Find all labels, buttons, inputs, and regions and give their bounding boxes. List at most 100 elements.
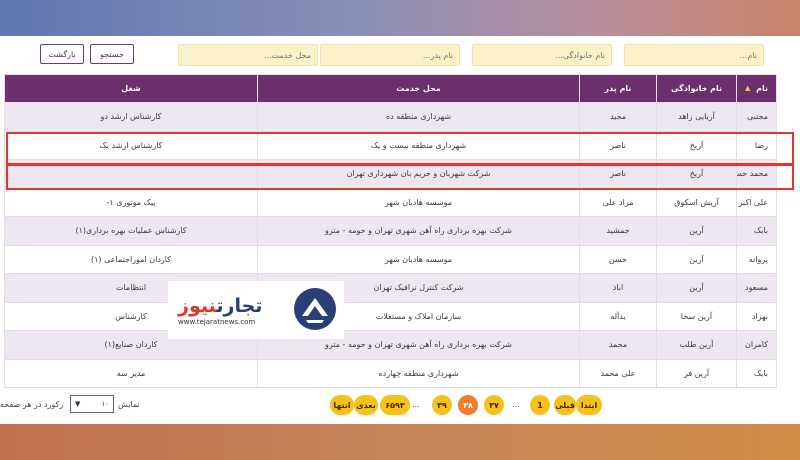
cell-father: محمد [579, 330, 657, 360]
cell-job [4, 159, 258, 189]
cell-father: ناصر [579, 159, 657, 189]
column-header-label: نام [756, 84, 768, 93]
cell-family: آرین فر [656, 358, 737, 388]
cell-workplace: موسسه هادیان شهر [257, 244, 580, 274]
table-row: کامران آرین طلب محمد شرکت بهره برداری را… [4, 330, 777, 360]
cell-father: اباذ [579, 273, 657, 303]
cell-father: یدآله [579, 301, 657, 331]
page-39-button[interactable]: ۳۹ [432, 395, 452, 415]
results-panel: جستجو بازگشت نام ▲ نام خانوادگی نام پدر … [0, 36, 800, 424]
watermark-url: www.tejaratnews.com [178, 317, 256, 326]
workplace-filter-input[interactable] [178, 44, 318, 66]
cell-workplace: شرکت شهربان و حریم بان شهرداری تهران [257, 159, 580, 189]
cell-father: ناصر [579, 130, 657, 160]
cell-family: آرین [656, 244, 737, 274]
cell-job: کارشناس عملیات بهره برداری(۱) [4, 216, 258, 246]
column-header-name[interactable]: نام ▲ [736, 74, 777, 103]
tejarat-news-watermark: تجارتنیوز www.tejaratnews.com [168, 281, 344, 339]
filter-bar: جستجو بازگشت [0, 44, 800, 68]
cell-name: علی اکبر [736, 187, 777, 217]
page-37-button[interactable]: ۳۷ [484, 395, 504, 415]
per-page-suffix: رکورد در هر صفحه [0, 400, 64, 409]
table-row: بابک آرین جمشید شرکت بهره برداری راه آهن… [4, 216, 777, 246]
back-button[interactable]: بازگشت [40, 44, 84, 64]
table-row: محمد حسین آریخ ناصر شرکت شهربان و حریم ب… [4, 159, 777, 189]
results-table: نام ▲ نام خانوادگی نام پدر محل خدمت شغل … [4, 74, 777, 388]
table-row: علی اکبر آریش اسکوق مراد علی موسسه هادیا… [4, 187, 777, 217]
brand-part-1: تجارت [216, 294, 263, 317]
search-button[interactable]: جستجو [90, 44, 134, 64]
name-filter-input[interactable] [624, 44, 764, 66]
column-header-job[interactable]: شغل [4, 74, 258, 103]
cell-job: پیک موتوری ۱- [4, 187, 258, 217]
table-row: بابک آرین فر علی محمد شهرداری منطقه چهار… [4, 358, 777, 388]
prev-page-button[interactable]: قبلی [554, 395, 576, 415]
table-row: پروانه آرین حسن موسسه هادیان شهر کاردان … [4, 244, 777, 274]
cell-name: بابک [736, 358, 777, 388]
cell-family: آریخ [656, 130, 737, 160]
cell-family: آرین [656, 216, 737, 246]
cell-workplace: شرکت بهره برداری راه آهن شهری تهران و حو… [257, 216, 580, 246]
family-filter-input[interactable] [472, 44, 612, 66]
pagination-footer: ابتدا قبلی 1 ... ۳۷ ۳۸ ۳۹ ... ۶۵۹۳ بعدی … [0, 392, 800, 418]
cell-workplace: شهرداری منطقه بیست و یک [257, 130, 580, 160]
cell-father: مراد علی [579, 187, 657, 217]
chevron-down-icon: ▼ [75, 400, 81, 408]
cell-father: علی محمد [579, 358, 657, 388]
cell-workplace: شهرداری منطقه چهارده [257, 358, 580, 388]
cell-job: کاردان اموراجتماعی (۱) [4, 244, 258, 274]
cell-family: آریش اسکوق [656, 187, 737, 217]
cell-family: آریخ [656, 159, 737, 189]
cell-job: کارشناس ارشد یک [4, 130, 258, 160]
cell-job: مدیر سه [4, 358, 258, 388]
cell-father: جمشید [579, 216, 657, 246]
show-label: نمایش [118, 400, 140, 409]
sort-ascending-icon[interactable]: ▲ [745, 84, 750, 92]
cell-name: محمد حسین [736, 159, 777, 189]
cell-name: رضا [736, 130, 777, 160]
tejarat-logo-icon [294, 288, 336, 330]
page-6593-button[interactable]: ۶۵۹۳ [380, 395, 410, 415]
cell-workplace: موسسه هادیان شهر [257, 187, 580, 217]
column-header-father[interactable]: نام پدر [579, 74, 657, 103]
column-header-label: نام پدر [604, 84, 632, 93]
top-background-band [0, 0, 800, 36]
cell-family: آرین [656, 273, 737, 303]
column-header-workplace[interactable]: محل خدمت [257, 74, 580, 103]
column-header-label: محل خدمت [396, 84, 441, 93]
cell-name: بهزاد [736, 301, 777, 331]
column-header-family[interactable]: نام خانوادگی [656, 74, 737, 103]
page-ellipsis-2: ... [412, 400, 420, 409]
per-page-value: ۱۰ [101, 400, 109, 408]
cell-workplace: شهرداری منطقه ده [257, 102, 580, 132]
last-page-button[interactable]: انتها [330, 395, 354, 415]
table-row: بهزاد آرین سخا یدآله سازمان املاک و مستغ… [4, 301, 777, 331]
column-header-label: شغل [121, 84, 141, 93]
table-row: رضا آریخ ناصر شهرداری منطقه بیست و یک کا… [4, 130, 777, 160]
column-header-label: نام خانوادگی [670, 84, 723, 93]
cell-job: کارشناس ارشد دو [4, 102, 258, 132]
table-header-row: نام ▲ نام خانوادگی نام پدر محل خدمت شغل [4, 74, 777, 103]
cell-family: آرین طلب [656, 330, 737, 360]
cell-name: پروانه [736, 244, 777, 274]
page-1-button[interactable]: 1 [530, 395, 550, 415]
cell-family: آرین سخا [656, 301, 737, 331]
cell-name: بابک [736, 216, 777, 246]
cell-family: آریایی زاهد [656, 102, 737, 132]
first-page-button[interactable]: ابتدا [576, 395, 602, 415]
per-page-select[interactable]: ▼ ۱۰ [70, 395, 114, 413]
cell-father: حسن [579, 244, 657, 274]
cell-name: کامران [736, 330, 777, 360]
table-row: مجتبی آریایی زاهد مجید شهرداری منطقه ده … [4, 102, 777, 132]
cell-name: مسعود [736, 273, 777, 303]
brand-part-2: نیوز [178, 294, 217, 317]
watermark-brand: تجارتنیوز [178, 295, 262, 317]
page-ellipsis-1: ... [512, 400, 520, 409]
father-filter-input[interactable] [320, 44, 460, 66]
table-row: مسعود آرین اباذ شرکت کنترل ترافیک تهران … [4, 273, 777, 303]
page-38-button[interactable]: ۳۸ [458, 395, 478, 415]
bottom-background-band [0, 424, 800, 460]
next-page-button[interactable]: بعدی [354, 395, 378, 415]
cell-name: مجتبی [736, 102, 777, 132]
watermark-text: تجارتنیوز www.tejaratnews.com [178, 295, 262, 326]
